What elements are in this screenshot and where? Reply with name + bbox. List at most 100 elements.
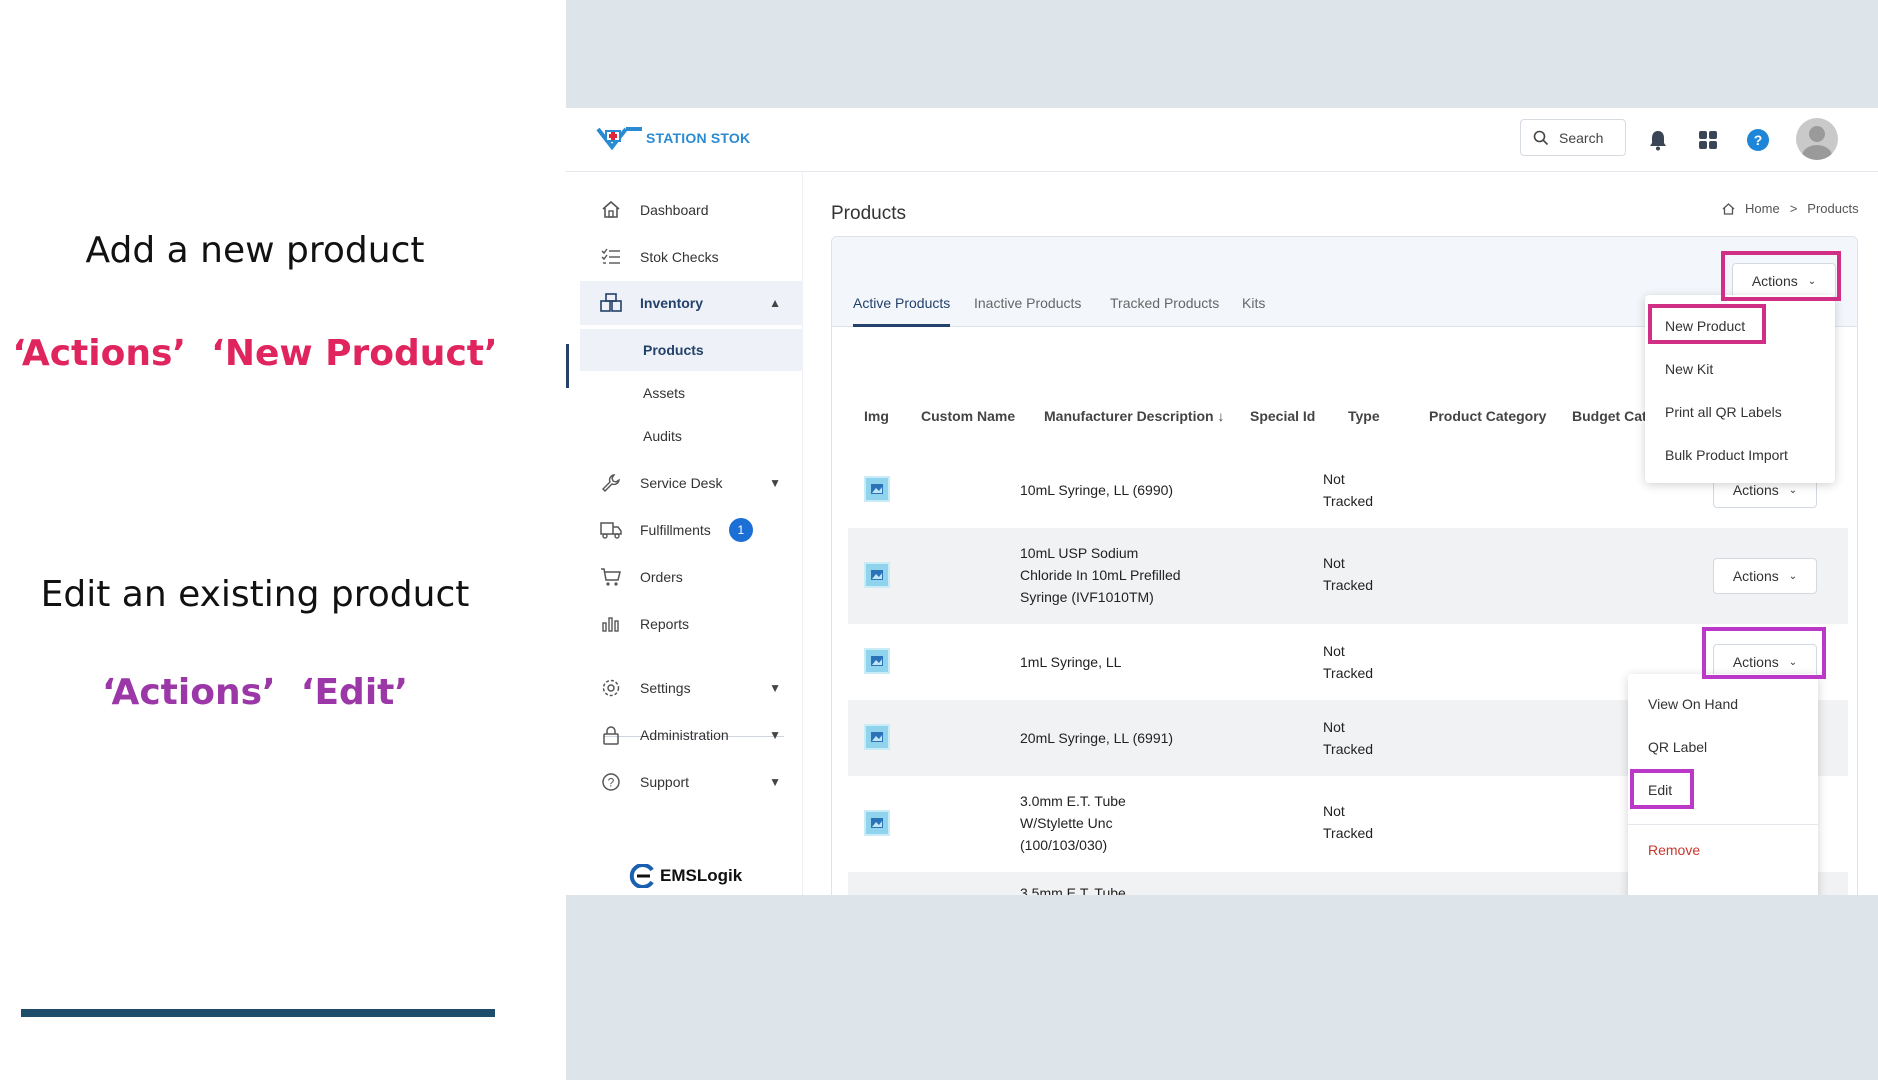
actions-label: Actions — [1732, 568, 1779, 584]
product-type: Not Tracked — [1323, 552, 1373, 596]
instruction-panel: Add a new product ‘Actions’ ‘New Product… — [0, 0, 566, 1080]
menu-item-new-kit[interactable]: New Kit — [1645, 361, 1835, 377]
sidebar-item-dashboard[interactable]: Dashboard — [580, 188, 803, 232]
column-header-type[interactable]: Type — [1348, 408, 1380, 424]
apps-grid-icon[interactable] — [1696, 128, 1720, 152]
edit-product-steps: ‘Actions’ ‘Edit’ — [0, 672, 510, 713]
column-header-custom-name[interactable]: Custom Name — [921, 408, 1015, 424]
type-line: Tracked — [1323, 577, 1374, 593]
bar-chart-icon — [598, 613, 624, 635]
tab-inactive-products[interactable]: Inactive Products — [974, 295, 1081, 327]
search-label: Search — [1559, 129, 1604, 146]
sidebar-item-administration[interactable]: Administration ▼ — [580, 713, 803, 757]
sidebar-item-stok-checks[interactable]: Stok Checks — [580, 235, 803, 279]
active-indicator — [566, 344, 569, 388]
sidebar-item-support[interactable]: ? Support ▼ — [580, 760, 803, 804]
lock-icon — [598, 724, 624, 746]
sidebar-item-label: Support — [640, 774, 690, 790]
highlight-row-actions — [1702, 627, 1826, 679]
product-type: Not Tracked — [1323, 468, 1373, 512]
product-type: Not Tracked — [1323, 640, 1373, 684]
image-placeholder-icon — [864, 724, 890, 750]
sidebar-item-label: Fulfillments — [640, 522, 711, 538]
help-icon[interactable]: ? — [1746, 128, 1770, 152]
home-icon — [598, 199, 624, 221]
type-line: Not — [1323, 719, 1345, 735]
chevron-down-icon: ⌄ — [1788, 570, 1798, 582]
station-stok-logo[interactable]: STATION STOK — [596, 125, 750, 151]
manufacturer-description: 3.0mm E.T. Tube W/Stylette Unc (100/103/… — [1020, 790, 1126, 856]
avatar-icon — [1802, 126, 1832, 160]
user-avatar[interactable] — [1796, 118, 1838, 160]
column-header-special-id[interactable]: Special Id — [1250, 408, 1315, 424]
sidebar-subitem-audits[interactable]: Audits — [580, 415, 803, 457]
desc-line: 3.5mm E.T. Tube — [1020, 885, 1126, 895]
type-line: Tracked — [1323, 493, 1374, 509]
tab-tracked-products[interactable]: Tracked Products — [1110, 295, 1219, 327]
menu-item-bulk-product-import[interactable]: Bulk Product Import — [1645, 447, 1835, 463]
highlight-top-actions — [1721, 251, 1841, 301]
fulfillments-count-badge: 1 — [728, 518, 753, 542]
type-line: Tracked — [1323, 665, 1374, 681]
sidebar-subitem-products[interactable]: Products — [580, 329, 803, 371]
desc-line: Chloride In 10mL Prefilled — [1020, 567, 1181, 583]
menu-item-view-on-hand[interactable]: View On Hand — [1628, 696, 1818, 712]
sidebar-item-label: Dashboard — [640, 202, 709, 218]
inventory-icon — [598, 292, 624, 314]
breadcrumb-separator: > — [1789, 201, 1798, 216]
sidebar-item-orders[interactable]: Orders — [580, 555, 803, 599]
search-icon — [1533, 130, 1549, 145]
page-title: Products — [831, 203, 906, 224]
emslogik-logo: EMSLogik — [628, 864, 742, 888]
actions-label: Actions — [1732, 482, 1779, 498]
menu-item-print-qr-labels[interactable]: Print all QR Labels — [1645, 404, 1835, 420]
menu-separator — [1628, 824, 1818, 825]
breadcrumb-home[interactable]: Home — [1745, 201, 1780, 216]
chevron-down-icon: ▼ — [769, 728, 781, 742]
column-header-budget-category[interactable]: Budget Cat — [1572, 408, 1647, 424]
sidebar-item-label: Service Desk — [640, 475, 723, 491]
logo-text: STATION STOK — [646, 130, 751, 146]
sidebar-item-label: Orders — [640, 569, 683, 585]
menu-item-qr-label[interactable]: QR Label — [1628, 739, 1818, 755]
bell-icon[interactable] — [1646, 128, 1670, 152]
type-line: Not — [1323, 555, 1345, 571]
sidebar-subitem-assets[interactable]: Assets — [580, 372, 803, 414]
top-bar: STATION STOK Search ? — [566, 108, 1878, 172]
tab-kits[interactable]: Kits — [1242, 295, 1265, 327]
type-line: Not — [1323, 471, 1345, 487]
sidebar-item-inventory[interactable]: Inventory ▲ — [580, 281, 803, 325]
app-window: STATION STOK Search ? Dashboard Stok Che… — [566, 108, 1878, 895]
home-icon — [1722, 202, 1735, 215]
row-actions-button[interactable]: Actions ⌄ — [1713, 558, 1817, 594]
breadcrumb-current: Products — [1807, 201, 1859, 216]
edit-step-actions: ‘Actions’ — [101, 672, 276, 713]
image-placeholder-icon — [864, 562, 890, 588]
column-header-manufacturer-description[interactable]: Manufacturer Description ↓ — [1044, 408, 1224, 424]
tab-active-products[interactable]: Active Products — [853, 295, 951, 327]
svg-text:?: ? — [608, 776, 615, 790]
decorative-divider — [21, 1009, 495, 1017]
sidebar-item-label: Settings — [640, 680, 691, 696]
desc-line: (100/103/030) — [1020, 837, 1108, 853]
menu-item-remove[interactable]: Remove — [1628, 842, 1818, 858]
add-step-new-product: ‘New Product’ — [211, 333, 498, 374]
breadcrumb: Home > Products — [1722, 201, 1859, 216]
sidebar-item-fulfillments[interactable]: Fulfillments 1 — [580, 508, 803, 552]
chevron-down-icon: ▼ — [769, 476, 781, 490]
column-header-product-category[interactable]: Product Category — [1429, 408, 1546, 424]
table-row[interactable]: 10mL USP Sodium Chloride In 10mL Prefill… — [848, 528, 1848, 624]
chevron-down-icon: ▼ — [769, 681, 781, 695]
image-placeholder-icon — [864, 648, 890, 674]
sidebar-item-label: Stok Checks — [640, 249, 719, 265]
sidebar: Dashboard Stok Checks Inventory ▲ Produc… — [566, 172, 803, 895]
type-line: Not — [1323, 803, 1345, 819]
image-placeholder-icon — [864, 476, 890, 502]
search-button[interactable]: Search — [1520, 119, 1626, 156]
sidebar-item-service-desk[interactable]: Service Desk ▼ — [580, 461, 803, 505]
desc-line: W/Stylette Unc — [1020, 815, 1113, 831]
sidebar-item-reports[interactable]: Reports — [580, 602, 803, 646]
manufacturer-description: 10mL Syringe, LL (6990) — [1020, 479, 1173, 501]
highlight-edit — [1630, 769, 1694, 809]
sidebar-item-settings[interactable]: Settings ▼ — [580, 666, 803, 710]
